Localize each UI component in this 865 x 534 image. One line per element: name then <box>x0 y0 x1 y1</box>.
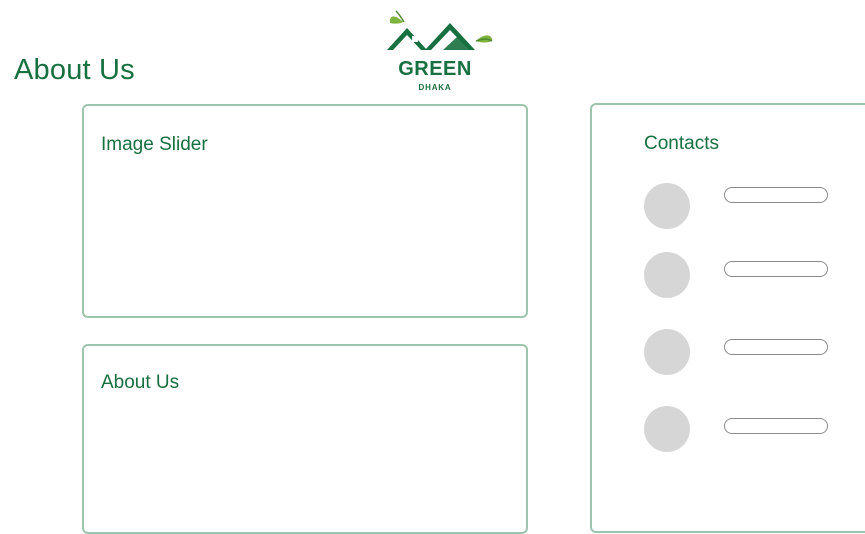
avatar-placeholder-icon <box>644 252 690 298</box>
house-roof-leaves-icon <box>387 10 493 50</box>
image-slider-card[interactable]: Image Slider <box>82 104 528 318</box>
contact-field[interactable] <box>724 418 828 434</box>
avatar-placeholder-icon <box>644 183 690 229</box>
avatar-placeholder-icon <box>644 329 690 375</box>
contact-field[interactable] <box>724 339 828 355</box>
contacts-title: Contacts <box>644 133 719 154</box>
about-us-section-title: About Us <box>101 372 180 393</box>
logo-subtitle: DHAKA <box>418 83 452 92</box>
contact-row[interactable] <box>644 406 834 454</box>
brand-logo[interactable]: GREEN DHAKA <box>383 8 501 96</box>
contact-row[interactable] <box>644 183 834 231</box>
contact-row[interactable] <box>644 329 834 377</box>
contact-row[interactable] <box>644 252 834 300</box>
avatar-placeholder-icon <box>644 406 690 452</box>
image-slider-title: Image Slider <box>101 134 208 155</box>
about-us-card: About Us <box>82 344 528 534</box>
page-title: About Us <box>14 54 135 86</box>
contacts-card: Contacts <box>590 103 865 533</box>
contact-field[interactable] <box>724 187 828 203</box>
contact-field[interactable] <box>724 261 828 277</box>
logo-name: GREEN <box>398 58 472 80</box>
